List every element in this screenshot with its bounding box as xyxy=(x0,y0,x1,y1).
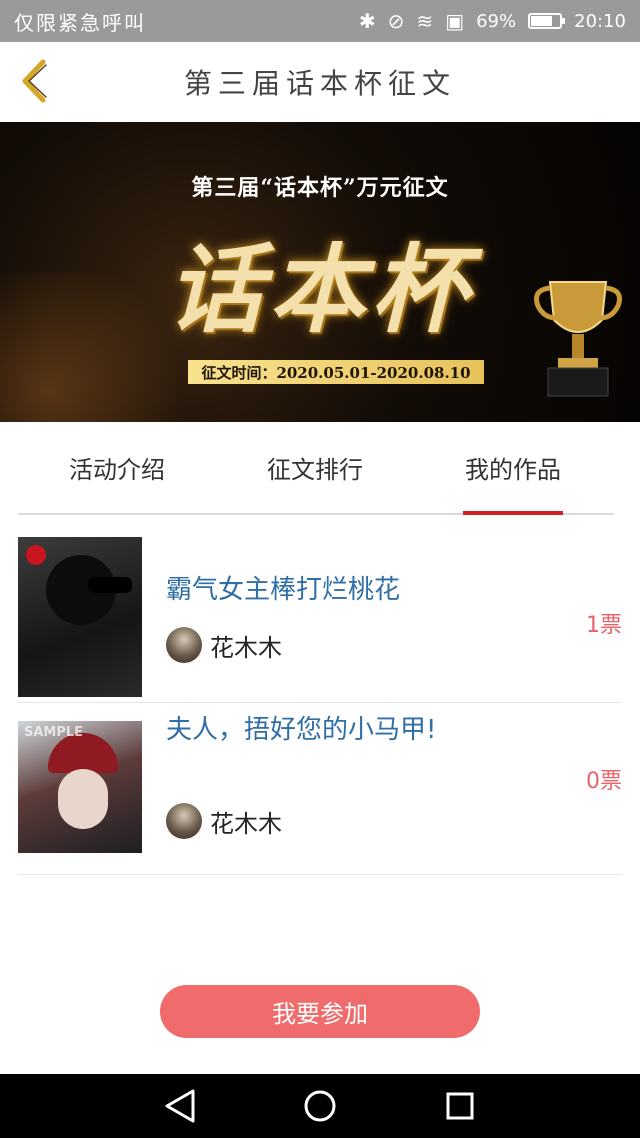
square-recents-icon xyxy=(446,1092,474,1120)
cover-mask xyxy=(88,577,132,593)
bluetooth-icon: ✱ xyxy=(358,9,376,33)
cover-rose xyxy=(26,545,46,565)
cover-watermark: SAMPLE xyxy=(24,725,84,740)
tab-activity-intro[interactable]: 活动介绍 xyxy=(18,422,216,513)
avatar xyxy=(166,803,202,839)
system-nav-bar xyxy=(0,1074,640,1138)
trophy-icon xyxy=(534,281,622,397)
mute-icon: ⊘ xyxy=(387,9,405,33)
work-title[interactable]: 霸气女主棒打烂桃花 xyxy=(166,571,446,609)
author-row: 花木木 xyxy=(166,627,282,663)
status-bar: 仅限紧急呼叫 ✱ ⊘ ≋ ▣ 69% 20:10 xyxy=(0,0,640,42)
circle-home-icon xyxy=(304,1090,336,1122)
vote-count: 1票 xyxy=(586,613,622,638)
chevron-left-icon xyxy=(22,59,47,103)
list-item[interactable]: 霸气女主棒打烂桃花 花木木 1票 xyxy=(18,515,622,703)
battery-percent: 69% xyxy=(476,10,517,32)
author-name: 花木木 xyxy=(210,809,282,838)
book-cover: SAMPLE xyxy=(18,721,142,853)
page-title: 第三届话本杯征文 xyxy=(183,67,456,100)
nav-back-button[interactable] xyxy=(150,1076,210,1136)
work-title[interactable]: 夫人，捂好您的小马甲! xyxy=(166,711,446,749)
join-button[interactable]: 我要参加 xyxy=(160,985,480,1038)
triangle-back-icon xyxy=(165,1089,195,1123)
tab-my-works[interactable]: 我的作品 xyxy=(414,422,612,513)
works-list: 霸气女主棒打烂桃花 花木木 1票 SAMPLE 夫人，捂好您的小马甲! 花木木 … xyxy=(18,515,622,875)
back-button[interactable] xyxy=(14,56,54,106)
battery-icon xyxy=(528,13,566,29)
list-item[interactable]: SAMPLE 夫人，捂好您的小马甲! 花木木 0票 xyxy=(18,703,622,875)
wifi-icon: ≋ xyxy=(416,9,434,33)
banner-main-title: 话本杯 xyxy=(167,233,473,346)
clock: 20:10 xyxy=(574,10,626,32)
avatar xyxy=(166,627,202,663)
tab-bar: 活动介绍 征文排行 我的作品 xyxy=(18,422,614,515)
nav-recents-button[interactable] xyxy=(430,1076,490,1136)
event-banner: 第三届“话本杯”万元征文 话本杯 征文时间：2020.05.01-2020.08… xyxy=(0,122,640,422)
banner-subtitle: 第三届“话本杯”万元征文 xyxy=(191,175,449,201)
cover-face xyxy=(58,769,108,829)
vote-count: 0票 xyxy=(586,769,622,794)
book-cover xyxy=(18,537,142,697)
author-row: 花木木 xyxy=(166,803,282,839)
banner-date: 征文时间：2020.05.01-2020.08.10 xyxy=(188,360,484,384)
carrier-text: 仅限紧急呼叫 xyxy=(14,10,146,35)
author-name: 花木木 xyxy=(210,633,282,662)
tab-ranking[interactable]: 征文排行 xyxy=(216,422,414,513)
status-icons: ✱ ⊘ ≋ ▣ 69% 20:10 xyxy=(359,9,626,33)
nav-home-button[interactable] xyxy=(290,1076,350,1136)
app-header: 第三届话本杯征文 xyxy=(0,42,640,122)
sim-icon: ▣ xyxy=(445,9,465,33)
